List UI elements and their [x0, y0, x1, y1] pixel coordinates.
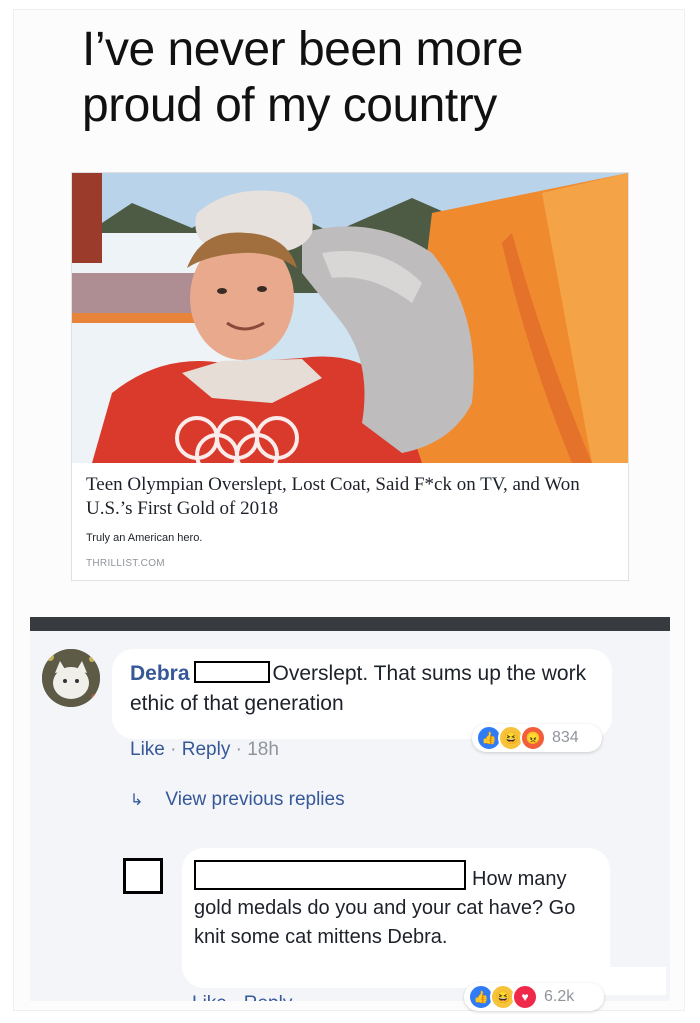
comment-actions: Like · Reply · 18h — [130, 739, 279, 761]
reply-link[interactable]: Reply — [182, 739, 231, 760]
separator: · — [232, 993, 238, 1001]
meme-headline: I’ve never been more proud of my country — [82, 22, 682, 134]
comments-section: Debra Overslept. That sums up the work et… — [30, 631, 670, 1011]
separator: · — [170, 739, 177, 760]
reply-reply-link[interactable]: Reply — [244, 993, 293, 1001]
article-title[interactable]: Teen Olympian Overslept, Lost Coat, Said… — [86, 473, 616, 521]
view-previous-replies[interactable]: ↳ View previous replies — [130, 789, 345, 811]
article-source: THRILLIST.COM — [86, 558, 165, 569]
link-preview-card[interactable]: Teen Olympian Overslept, Lost Coat, Said… — [71, 172, 629, 581]
cat-avatar-icon — [42, 649, 100, 707]
reply-text-block: How many gold medals do you and your cat… — [194, 860, 604, 952]
section-divider — [30, 617, 670, 631]
comment-time[interactable]: 18h — [247, 739, 279, 760]
reply-reaction-count: 6.2k — [544, 988, 575, 1005]
reply-actions: Like · Reply — [192, 993, 492, 1001]
redacted-avatar — [123, 858, 163, 894]
headline-line-1: I’ve never been more — [82, 23, 523, 76]
headline-line-2: proud of my country — [82, 79, 497, 132]
love-icon: ♥ — [512, 984, 538, 1010]
separator: · — [235, 739, 242, 760]
like-link[interactable]: Like — [130, 739, 165, 760]
reply-bubble: How many gold medals do you and your cat… — [182, 848, 610, 988]
article-photo[interactable] — [72, 173, 628, 463]
reaction-count: 834 — [552, 729, 579, 746]
redaction-box — [193, 661, 270, 683]
white-mask — [598, 967, 666, 995]
angry-icon: 😠 — [520, 725, 546, 751]
comment-text-block: Debra Overslept. That sums up the work et… — [130, 659, 600, 719]
article-subtitle: Truly an American hero. — [86, 532, 203, 544]
reaction-summary[interactable]: 👍 😆 😠 834 — [472, 724, 602, 752]
reply-like-link[interactable]: Like — [192, 993, 227, 1001]
redacted-name — [194, 860, 466, 890]
avatar[interactable] — [42, 649, 100, 707]
view-previous-replies-label: View previous replies — [165, 789, 345, 810]
reply-arrow-icon: ↳ — [130, 792, 144, 809]
snowboarder-photo-illustration — [72, 173, 628, 463]
comment-author[interactable]: Debra — [130, 662, 190, 685]
